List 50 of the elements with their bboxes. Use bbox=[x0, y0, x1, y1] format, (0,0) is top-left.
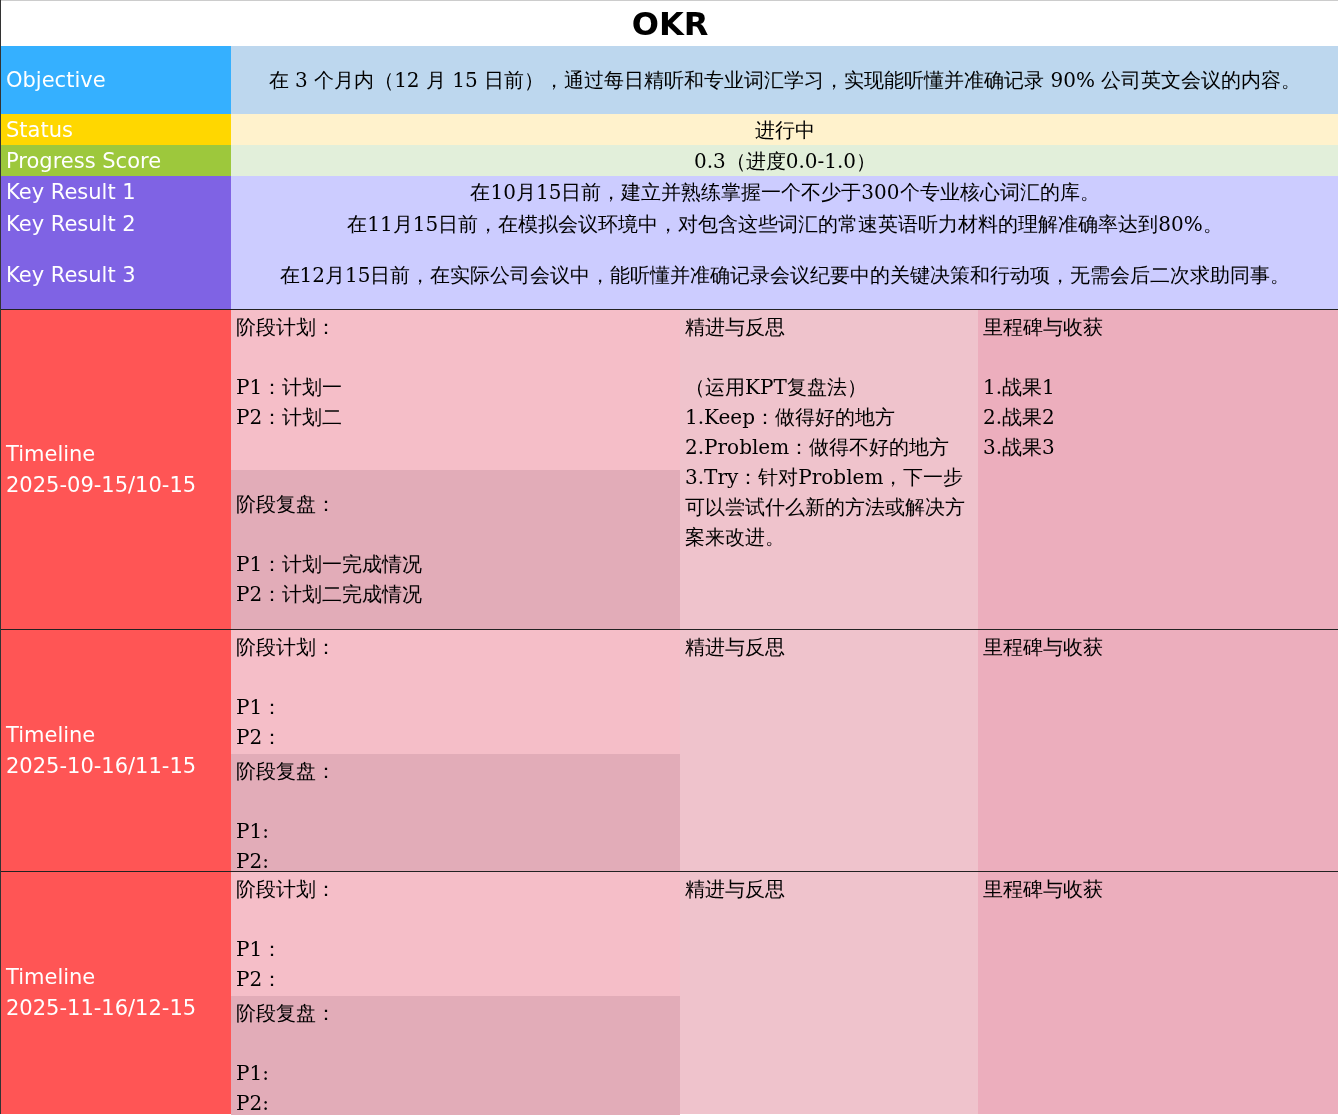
cell-line: 2.战果2 bbox=[983, 404, 1056, 431]
cell-line: P2: bbox=[236, 848, 270, 875]
cell-note: （运用KPT复盘法） bbox=[685, 374, 868, 401]
key-result-cell: 在10月15日前，建立并熟练掌握一个不少于300个专业核心词汇的库。 bbox=[231, 176, 1338, 208]
cell-heading: 阶段复盘： bbox=[236, 758, 337, 785]
row-label: Key Result 2 bbox=[1, 208, 231, 240]
row-label: Objective bbox=[1, 46, 231, 114]
key-result-cell: 在12月15日前，在实际公司会议中，能听懂并准确记录会议纪要中的关键决策和行动项，无需会后二次求助同事。 bbox=[231, 240, 1338, 309]
cell-line: P1: bbox=[236, 818, 270, 845]
objective-cell: 在 3 个月内（12 月 15 日前），通过每日精听和专业词汇学习，实现能听懂并准确记录 90% 公司英文会议的内容。 bbox=[231, 46, 1338, 114]
timeline-range: 2025-11-16/12-15 bbox=[6, 995, 198, 1022]
cell-heading: 精进与反思 bbox=[685, 314, 786, 341]
cell-line: 1.Keep：做得好的地方 bbox=[685, 404, 896, 431]
cell-heading: 精进与反思 bbox=[685, 634, 786, 661]
cell-heading: 里程碑与收获 bbox=[983, 314, 1104, 341]
progress-cell: 0.3（进度0.0-1.0） bbox=[231, 145, 1338, 176]
timeline-title: Timeline bbox=[6, 964, 97, 991]
cell-heading: 精进与反思 bbox=[685, 876, 786, 903]
cell-line: P1: bbox=[236, 1060, 270, 1087]
status-cell: 进行中 bbox=[231, 114, 1338, 145]
cell-line: P1：计划一 bbox=[236, 374, 344, 401]
timeline-title: Timeline bbox=[6, 440, 97, 468]
cell-line: P1： bbox=[236, 936, 284, 963]
cell-heading: 阶段计划： bbox=[236, 314, 337, 341]
key-result-cell: 在11月15日前，在模拟会议环境中，对包含这些词汇的常速英语听力材料的理解准确率达到80%。 bbox=[231, 208, 1338, 240]
cell-line: P1：计划一完成情况 bbox=[236, 551, 424, 579]
cell-line: 3.Try：针对Problem，下一步可以尝试什么新的方法或解决方案来改进。 bbox=[685, 464, 966, 551]
cell-line: P2：计划二 bbox=[236, 404, 344, 431]
cell-line: 2.Problem：做得不好的地方 bbox=[685, 434, 951, 461]
timeline-title: Timeline bbox=[6, 721, 97, 749]
cell-heading: 阶段复盘： bbox=[236, 1000, 337, 1027]
cell-heading: 阶段计划： bbox=[236, 876, 337, 903]
row-label: Key Result 1 bbox=[1, 176, 231, 208]
timeline-range: 2025-09-15/10-15 bbox=[6, 471, 198, 499]
row-label: Key Result 3 bbox=[1, 240, 231, 309]
cell-line: P2： bbox=[236, 724, 284, 751]
cell-line: P2：计划二完成情况 bbox=[236, 581, 424, 609]
timeline-range: 2025-10-16/11-15 bbox=[6, 752, 198, 780]
cell-heading: 阶段计划： bbox=[236, 634, 337, 661]
cell-line: P1： bbox=[236, 694, 284, 721]
row-label: Status bbox=[1, 114, 231, 145]
cell-line: P2： bbox=[236, 966, 284, 993]
cell-heading: 阶段复盘： bbox=[236, 491, 337, 519]
cell-line: 1.战果1 bbox=[983, 374, 1056, 401]
row-label: Progress Score bbox=[1, 145, 231, 176]
cell-heading: 里程碑与收获 bbox=[983, 634, 1104, 661]
cell-line: 3.战果3 bbox=[983, 434, 1056, 461]
cell-line: P2: bbox=[236, 1090, 270, 1115]
sheet-title: OKR bbox=[1, 0, 1338, 46]
cell-heading: 里程碑与收获 bbox=[983, 876, 1104, 903]
